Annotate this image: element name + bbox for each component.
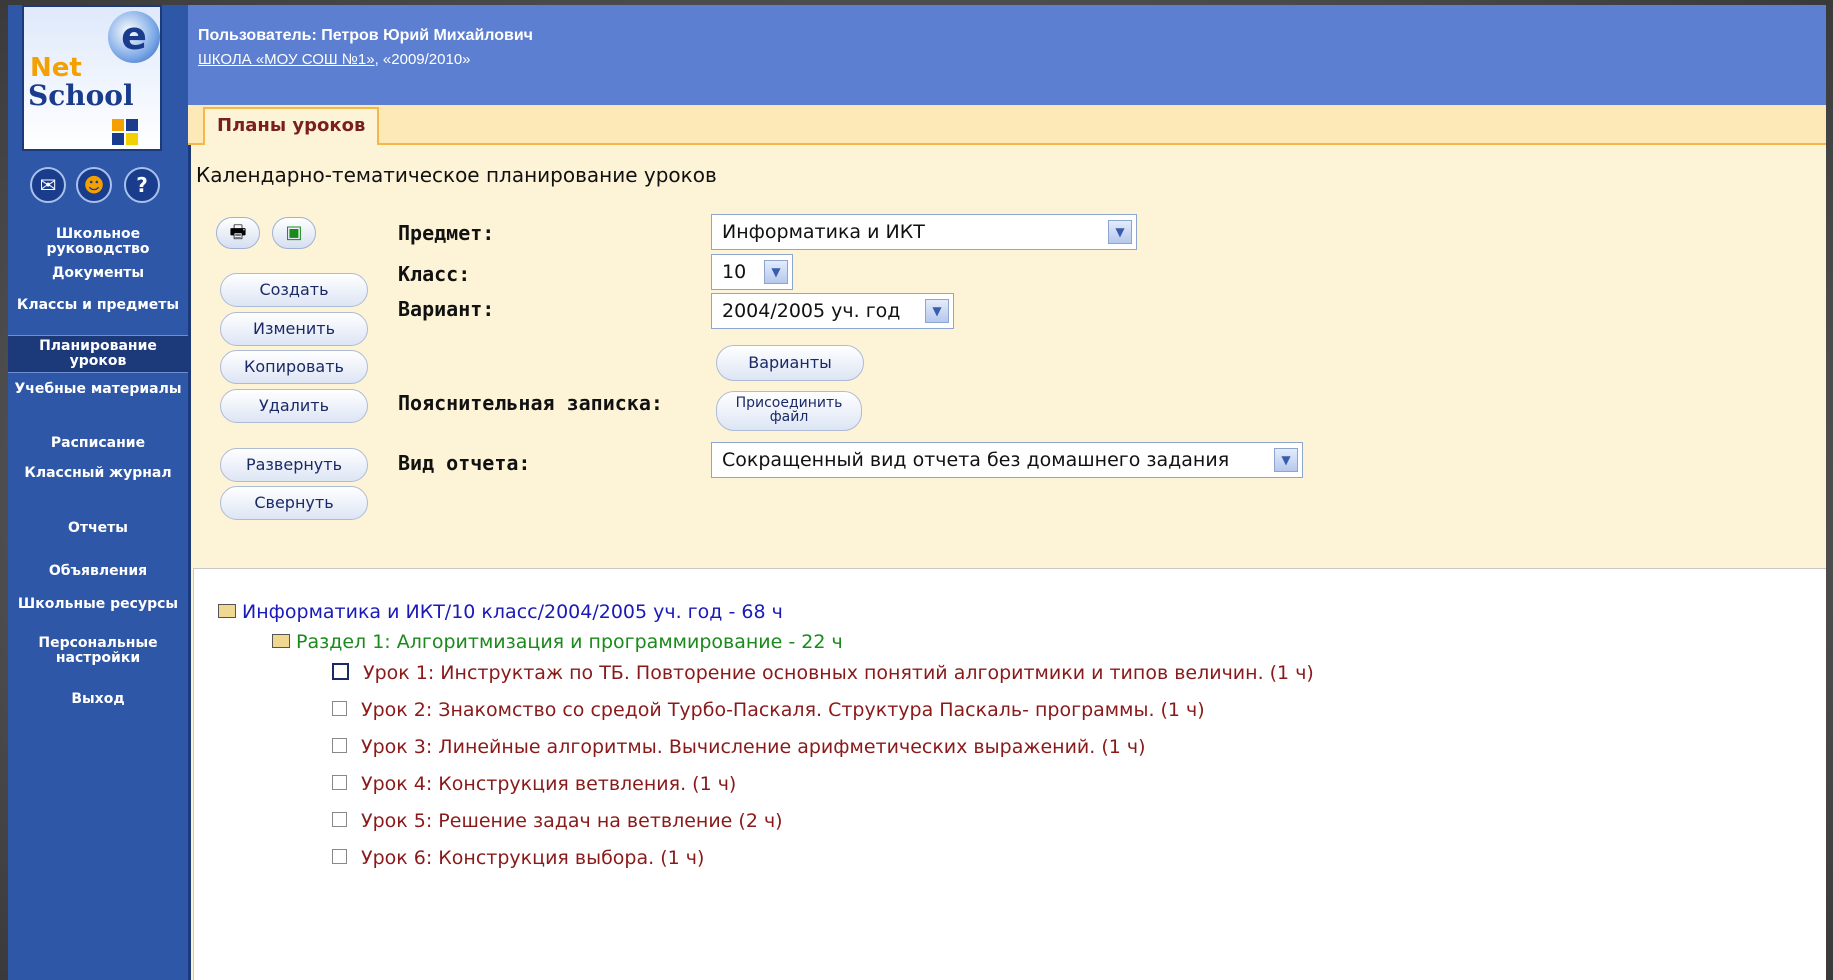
class-select[interactable]: 10 ▼ — [711, 254, 793, 290]
lesson-item[interactable]: Урок 4: Конструкция ветвления. (1 ч) — [332, 773, 736, 795]
variant-label: Вариант: — [398, 297, 495, 321]
current-user: Пользователь: Петров Юрий Михайлович — [198, 27, 533, 44]
lesson-item[interactable]: Урок 1: Инструктаж по ТБ. Повторение осн… — [332, 662, 1314, 684]
report-value: Сокращенный вид отчета без домашнего зад… — [722, 449, 1230, 471]
tree-root-label: Информатика и ИКТ/10 класс/2004/2005 уч.… — [242, 601, 783, 623]
sidebar-item-lesson-planning[interactable]: Планирование уроков — [8, 335, 188, 373]
lesson-item[interactable]: Урок 5: Решение задач на ветвление (2 ч) — [332, 810, 783, 832]
school-link[interactable]: ШКОЛА «МОУ СОШ №1» — [198, 51, 375, 68]
logo-squares-icon — [112, 119, 152, 145]
variant-value: 2004/2005 уч. год — [722, 300, 901, 322]
print-button[interactable]: 🖶 — [216, 217, 260, 249]
printer-icon: 🖶 — [229, 222, 247, 243]
lesson-tree: Информатика и ИКТ/10 класс/2004/2005 уч.… — [193, 568, 1826, 980]
report-select[interactable]: Сокращенный вид отчета без домашнего зад… — [711, 442, 1303, 478]
e-logo-icon: e — [108, 11, 160, 63]
edit-button[interactable]: Изменить — [220, 312, 368, 346]
create-button[interactable]: Создать — [220, 273, 368, 307]
tree-section[interactable]: Раздел 1: Алгоритмизация и программирова… — [272, 631, 843, 653]
expand-button[interactable]: Развернуть — [220, 448, 368, 482]
subject-select[interactable]: Информатика и ИКТ ▼ — [711, 214, 1137, 250]
delete-button[interactable]: Удалить — [220, 389, 368, 423]
school-info: ШКОЛА «МОУ СОШ №1», «2009/2010» — [198, 51, 471, 68]
excel-button[interactable]: ▣ — [272, 217, 316, 249]
lesson-label: Урок 3: Линейные алгоритмы. Вычисление а… — [361, 736, 1146, 758]
header: Пользователь: Петров Юрий Михайлович ШКО… — [188, 5, 1826, 105]
chevron-down-icon: ▼ — [764, 260, 788, 284]
subject-value: Информатика и ИКТ — [722, 221, 925, 243]
checkbox-icon[interactable] — [332, 775, 347, 790]
mail-icon[interactable]: ✉ — [30, 167, 66, 203]
attach-file-button[interactable]: Присоединить файл — [716, 391, 862, 431]
variants-button[interactable]: Варианты — [716, 345, 864, 381]
lesson-item[interactable]: Урок 3: Линейные алгоритмы. Вычисление а… — [332, 736, 1146, 758]
lesson-label: Урок 2: Знакомство со средой Турбо-Паска… — [361, 699, 1205, 721]
chevron-down-icon: ▼ — [1108, 220, 1132, 244]
subject-label: Предмет: — [398, 221, 495, 245]
sidebar-item-school-resources[interactable]: Школьные ресурсы — [8, 597, 188, 612]
excel-icon: ▣ — [285, 222, 303, 243]
sidebar-item-school-management[interactable]: Школьное руководство — [8, 227, 188, 257]
sidebar-item-announcements[interactable]: Объявления — [8, 564, 188, 579]
checkbox-icon[interactable] — [332, 849, 347, 864]
sidebar-item-reports[interactable]: Отчеты — [8, 521, 188, 536]
tree-section-label: Раздел 1: Алгоритмизация и программирова… — [296, 631, 843, 653]
checkbox-icon[interactable] — [332, 701, 347, 716]
attach-line-2: файл — [769, 409, 809, 425]
help-icon[interactable]: ? — [124, 167, 160, 203]
sidebar-item-schedule[interactable]: Расписание — [8, 436, 188, 451]
main-content: Календарно-тематическое планирование уро… — [188, 145, 1826, 980]
app-window: e Net School ✉ ☻ ? Школьное руководство … — [8, 5, 1826, 980]
chevron-down-icon: ▼ — [925, 299, 949, 323]
sidebar-item-materials[interactable]: Учебные материалы — [8, 382, 188, 397]
lesson-label: Урок 1: Инструктаж по ТБ. Повторение осн… — [363, 662, 1314, 684]
lesson-item[interactable]: Урок 6: Конструкция выбора. (1 ч) — [332, 847, 704, 869]
attach-line-1: Присоединить — [735, 395, 843, 411]
sidebar-item-classes[interactable]: Классы и предметы — [8, 298, 188, 313]
class-value: 10 — [722, 261, 747, 283]
sidebar-top-icons: ✉ ☻ ? — [30, 167, 176, 207]
lesson-item[interactable]: Урок 2: Знакомство со средой Турбо-Паска… — [332, 699, 1205, 721]
note-label: Пояснительная записка: — [398, 391, 663, 415]
checkbox-icon[interactable] — [332, 812, 347, 827]
lesson-label: Урок 6: Конструкция выбора. (1 ч) — [361, 847, 705, 869]
sidebar-item-personal-settings[interactable]: Персональные настройки — [8, 636, 188, 666]
sidebar: e Net School ✉ ☻ ? Школьное руководство … — [8, 5, 191, 980]
page-title: Календарно-тематическое планирование уро… — [196, 163, 717, 187]
collapse-button[interactable]: Свернуть — [220, 486, 368, 520]
lesson-label: Урок 5: Решение задач на ветвление (2 ч) — [361, 810, 783, 832]
checkbox-icon[interactable] — [332, 663, 349, 680]
class-label: Класс: — [398, 262, 471, 286]
checkbox-icon[interactable] — [332, 738, 347, 753]
copy-button[interactable]: Копировать — [220, 350, 368, 384]
folder-open-icon — [218, 603, 236, 618]
netschool-logo: e Net School — [22, 5, 162, 151]
chevron-down-icon: ▼ — [1274, 448, 1298, 472]
sidebar-item-class-journal[interactable]: Классный журнал — [8, 466, 188, 481]
tab-lesson-plans[interactable]: Планы уроков — [203, 107, 380, 145]
school-year: , «2009/2010» — [374, 51, 471, 68]
folder-open-icon — [272, 633, 290, 648]
tree-root[interactable]: Информатика и ИКТ/10 класс/2004/2005 уч.… — [218, 601, 783, 623]
report-label: Вид отчета: — [398, 451, 531, 475]
sidebar-item-logout[interactable]: Выход — [8, 692, 188, 707]
variant-select[interactable]: 2004/2005 уч. год ▼ — [711, 293, 954, 329]
lesson-label: Урок 4: Конструкция ветвления. (1 ч) — [361, 773, 737, 795]
logo-school: School — [28, 79, 134, 112]
sidebar-item-documents[interactable]: Документы — [8, 266, 188, 281]
tab-bar: Планы уроков — [188, 105, 1826, 145]
users-icon[interactable]: ☻ — [76, 167, 112, 203]
